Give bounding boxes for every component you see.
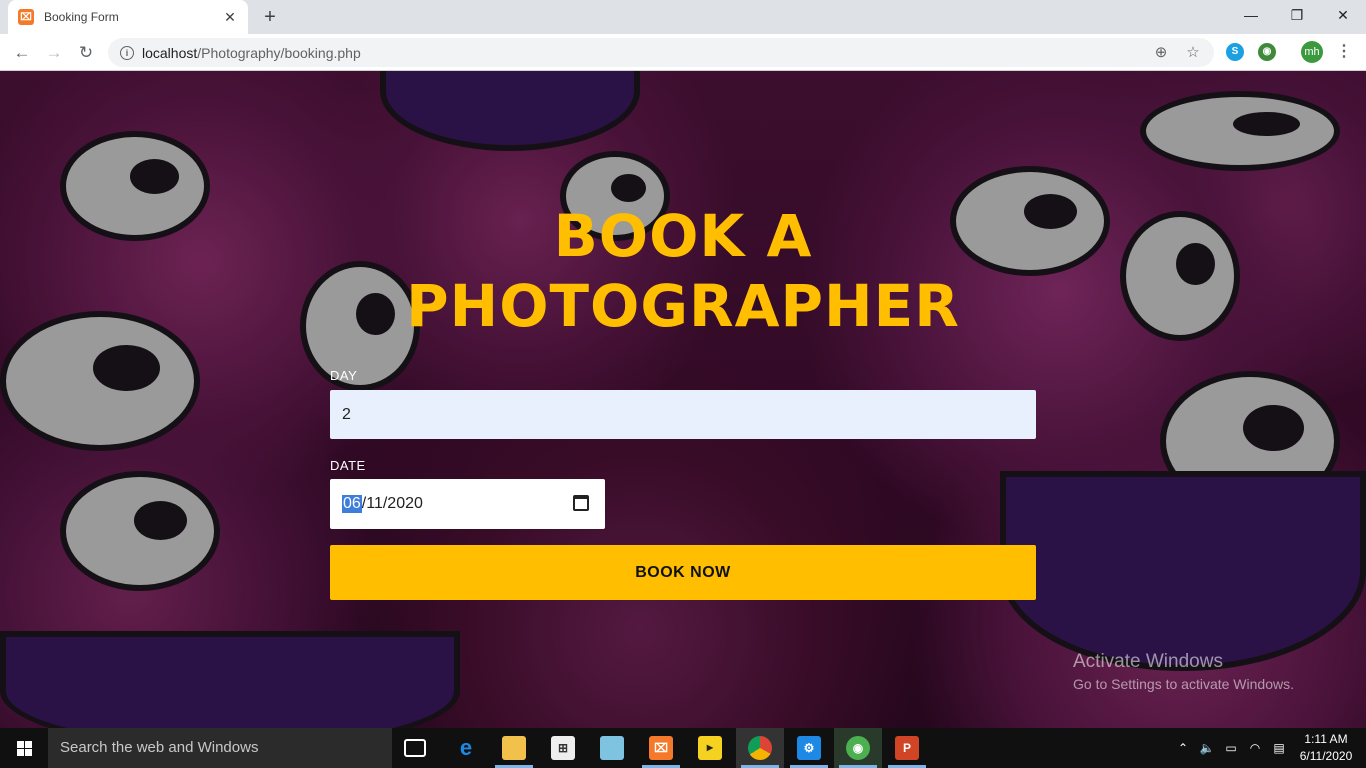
tab-close-icon[interactable]: ✕ [222, 9, 238, 26]
restore-button[interactable]: ❐ [1274, 0, 1320, 30]
bookmark-star-icon[interactable]: ☆ [1184, 44, 1202, 62]
date-label: DATE [330, 458, 366, 473]
tab-title: Booking Form [44, 10, 119, 24]
calendar-icon[interactable] [573, 495, 589, 511]
date-month-segment[interactable]: 06 [342, 495, 362, 513]
date-input[interactable]: 06 /11/2020 [330, 479, 605, 529]
activate-windows-watermark: Activate Windows Go to Settings to activ… [1073, 651, 1294, 692]
windows-logo-icon [16, 740, 32, 756]
taskbar: Search the web and Windows e ⊞ ⌧ ▶ ⚙ ◉ P… [0, 728, 1366, 768]
reload-button[interactable]: ↻ [74, 41, 98, 65]
store-icon[interactable]: ⊞ [551, 736, 575, 760]
xampp-favicon-icon: ⌧ [18, 9, 34, 25]
wifi-icon[interactable]: ◠ [1247, 740, 1263, 756]
taskbar-clock[interactable]: 1:11 AM 6/11/2020 [1296, 731, 1356, 765]
page-background: BOOK A PHOTOGRAPHER DAY 2 DATE 06 /11/20… [0, 71, 1366, 728]
task-view-icon[interactable] [404, 739, 426, 757]
taskbar-search[interactable]: Search the web and Windows [48, 728, 392, 768]
xampp-icon[interactable]: ⌧ [649, 736, 673, 760]
site-info-icon[interactable]: i [120, 45, 134, 60]
skype-extension-icon[interactable]: S [1226, 43, 1244, 61]
file-explorer-icon[interactable] [502, 736, 526, 760]
browser-tab[interactable]: ⌧ Booking Form ✕ [8, 0, 248, 34]
chrome-icon[interactable] [748, 736, 772, 760]
notification-icon[interactable]: ▤ [1271, 740, 1287, 756]
page-title: BOOK A PHOTOGRAPHER [406, 202, 960, 340]
globe-extension-icon[interactable]: ◉ [1258, 43, 1276, 61]
globe-icon[interactable]: ◉ [846, 736, 870, 760]
close-window-button[interactable]: ✕ [1320, 0, 1366, 30]
edge-icon[interactable]: e [454, 736, 478, 760]
settings-icon[interactable]: ⚙ [797, 736, 821, 760]
start-button[interactable] [0, 728, 48, 768]
browser-toolbar: ← → ↻ i localhost/Photography/booking.ph… [0, 34, 1366, 71]
paint-icon[interactable] [600, 736, 624, 760]
minimize-button[interactable]: — [1228, 0, 1274, 30]
url-text[interactable]: localhost/Photography/booking.php [142, 45, 1138, 61]
zoom-icon[interactable]: ⊕ [1152, 44, 1170, 62]
powerpoint-icon[interactable]: P [895, 736, 919, 760]
player-icon[interactable]: ▶ [698, 736, 722, 760]
date-rest-segment[interactable]: /11/2020 [362, 495, 423, 513]
day-label: DAY [330, 368, 358, 383]
address-bar[interactable]: i localhost/Photography/booking.php ⊕ ☆ [108, 38, 1214, 67]
new-tab-button[interactable]: + [258, 5, 282, 29]
volume-icon[interactable]: 🔈 [1199, 740, 1215, 756]
browser-menu-icon[interactable]: ⋮ [1334, 41, 1354, 63]
booking-form: BOOK A PHOTOGRAPHER DAY 2 DATE 06 /11/20… [0, 71, 1366, 728]
browser-tabbar: ⌧ Booking Form ✕ + — ❐ ✕ [0, 0, 1366, 34]
chevron-up-icon[interactable]: ⌃ [1175, 740, 1191, 756]
back-button[interactable]: ← [10, 41, 34, 65]
book-now-button[interactable]: BOOK NOW [330, 545, 1036, 600]
battery-icon[interactable]: ▭ [1223, 740, 1239, 756]
day-input[interactable]: 2 [330, 390, 1036, 439]
profile-avatar[interactable]: mh [1301, 41, 1323, 63]
forward-button[interactable]: → [42, 41, 66, 65]
